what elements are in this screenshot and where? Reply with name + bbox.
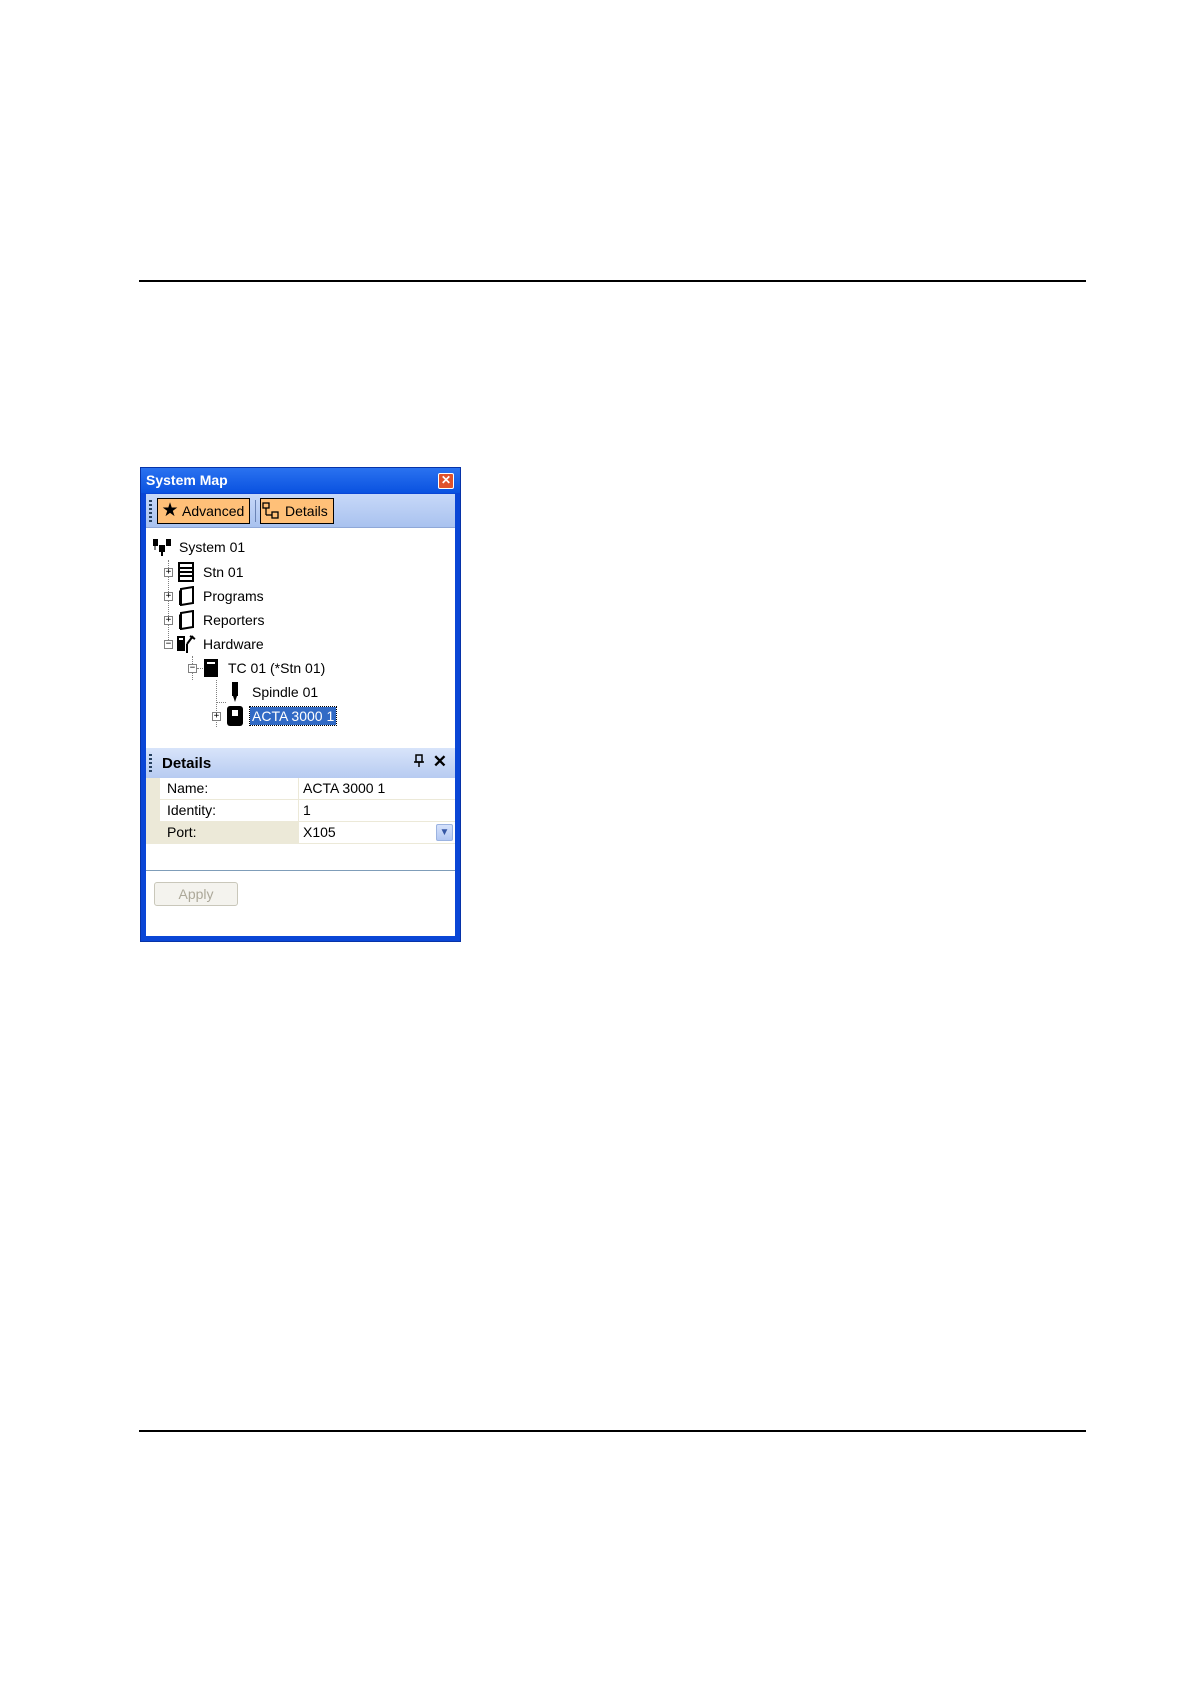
details-grip[interactable] [149, 754, 152, 772]
tree-node-reporters[interactable]: Reporters [176, 609, 266, 631]
tree-node-acta[interactable]: ACTA 3000 1 [225, 705, 338, 727]
pin-icon[interactable] [413, 754, 425, 771]
collapse-toggle[interactable]: − [188, 664, 197, 673]
expand-toggle[interactable]: + [164, 568, 173, 577]
chevron-down-icon[interactable]: ▼ [436, 824, 453, 841]
property-label: Identity: [160, 800, 299, 821]
system-map-window: System Map ✕ ★ Advanced Details System 0… [140, 467, 461, 942]
hardware-icon [176, 633, 196, 655]
details-panel-header: Details ✕ [146, 748, 455, 778]
tree-node-label: Programs [203, 588, 264, 604]
advanced-button-label: Advanced [182, 503, 245, 519]
tree-node-label: Hardware [203, 636, 264, 652]
tree-node-label: Spindle 01 [252, 684, 319, 700]
system-tree: System 01 + Stn 01 + Programs + Reporter… [146, 528, 455, 748]
tree-node-station[interactable]: Stn 01 [176, 561, 245, 583]
tree-node-programs[interactable]: Programs [176, 585, 266, 607]
details-title: Details [162, 755, 212, 772]
property-value[interactable]: 1 [300, 800, 455, 821]
property-value[interactable]: ACTA 3000 1 [300, 778, 455, 799]
advanced-button[interactable]: ★ Advanced [157, 498, 250, 524]
toolbar-grip[interactable] [149, 500, 152, 522]
controller-icon [201, 657, 221, 679]
header-rule [139, 280, 1086, 282]
expand-toggle[interactable]: + [164, 592, 173, 601]
expand-toggle[interactable]: + [212, 712, 221, 721]
panel-separator [146, 870, 455, 871]
window-client: ★ Advanced Details System 01 + Stn 01 + … [146, 494, 455, 936]
star-icon: ★ [161, 500, 179, 521]
acta-device-icon [225, 705, 245, 727]
tree-node-label-selected: ACTA 3000 1 [248, 706, 338, 726]
toolbar: ★ Advanced Details [146, 494, 455, 528]
station-icon [176, 561, 196, 583]
collapse-toggle[interactable]: − [164, 640, 173, 649]
tree-node-label: System 01 [179, 539, 246, 555]
expand-toggle[interactable]: + [164, 616, 173, 625]
folder-icon [176, 585, 196, 607]
details-button-label: Details [285, 503, 328, 519]
port-select-value: X105 [303, 824, 336, 840]
apply-button[interactable]: Apply [154, 882, 238, 906]
folder-icon [176, 609, 196, 631]
row-gutter [146, 800, 160, 822]
tree-node-tc01[interactable]: TC 01 (*Stn 01) [201, 657, 327, 679]
toolbar-separator [255, 500, 256, 522]
close-icon[interactable]: ✕ [433, 752, 447, 772]
tree-node-label: Reporters [203, 612, 265, 628]
row-gutter [146, 822, 160, 844]
tree-node-hardware[interactable]: Hardware [176, 633, 266, 655]
spindle-icon [225, 681, 245, 703]
property-row-identity[interactable]: Identity: 1 [146, 800, 455, 822]
port-select[interactable]: X105 ▼ [300, 822, 455, 843]
property-label: Port: [160, 822, 299, 843]
system-icon [152, 536, 172, 558]
footer-rule [139, 1430, 1086, 1432]
tree-node-system[interactable]: System 01 [152, 536, 247, 558]
title-bar[interactable]: System Map ✕ [141, 468, 460, 493]
tree-node-spindle[interactable]: Spindle 01 [225, 681, 320, 703]
tree-node-label: Stn 01 [203, 564, 244, 580]
close-icon[interactable]: ✕ [438, 473, 454, 489]
property-label: Name: [160, 778, 299, 799]
window-title: System Map [146, 472, 228, 488]
row-gutter [146, 778, 160, 800]
property-row-name[interactable]: Name: ACTA 3000 1 [146, 778, 455, 800]
property-row-port[interactable]: Port: X105 ▼ [146, 822, 455, 844]
property-grid: Name: ACTA 3000 1 Identity: 1 Port: X105… [146, 778, 455, 844]
tree-node-label: TC 01 (*Stn 01) [228, 660, 326, 676]
details-tree-icon [261, 502, 285, 520]
details-button[interactable]: Details [260, 498, 334, 524]
